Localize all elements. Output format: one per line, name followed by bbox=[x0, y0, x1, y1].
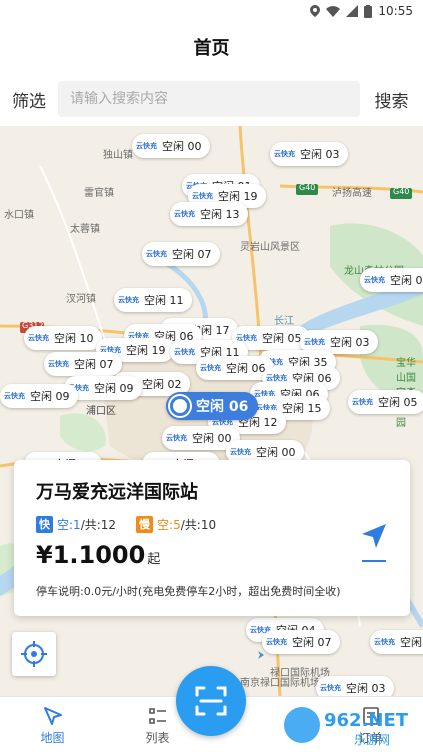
tab-map[interactable]: 地图 bbox=[0, 697, 105, 752]
road-badge: G40 bbox=[393, 187, 410, 196]
place-label: 汊河镇 bbox=[66, 294, 96, 305]
selected-station-pin[interactable]: 空闲 06 bbox=[166, 392, 259, 420]
scan-icon bbox=[195, 686, 227, 716]
search-button[interactable]: 搜索 bbox=[360, 87, 423, 112]
battery-icon bbox=[364, 4, 373, 18]
station-pin[interactable]: 云快充空闲 06 bbox=[370, 630, 423, 654]
place-label: 水口镇 bbox=[4, 210, 34, 221]
station-pin[interactable]: 云快充 空闲 03 bbox=[270, 142, 348, 166]
station-pin[interactable]: 云快充空闲 06 bbox=[360, 268, 423, 292]
wifi-icon bbox=[326, 5, 341, 17]
price-unit: 起 bbox=[147, 552, 161, 567]
watermark-sub: 乐游网 bbox=[354, 733, 390, 747]
station-pin[interactable]: 云快充 空闲 07 bbox=[262, 630, 340, 654]
fast-free-count: 空:1 bbox=[57, 518, 81, 532]
search-input[interactable] bbox=[58, 81, 360, 117]
navigate-icon[interactable] bbox=[360, 522, 388, 566]
nav-bar: 首页 bbox=[0, 22, 423, 72]
watermark-logo: 962.NET 乐游网 bbox=[284, 707, 409, 747]
place-label: 泸扬高速 bbox=[332, 188, 372, 199]
price: ¥1.1000 bbox=[36, 541, 146, 569]
place-label: 太蓉镇 bbox=[70, 224, 100, 235]
station-pin[interactable]: 云快充 空闲 05 bbox=[348, 390, 423, 414]
place-label: 长江 bbox=[274, 316, 294, 327]
pin-dot bbox=[170, 396, 190, 416]
station-pin[interactable]: 云快充 空闲 11 bbox=[114, 288, 192, 312]
parking-note: 停车说明:0.0元/小时(充电免费停车2小时，超出免费时间全收) bbox=[36, 585, 341, 598]
search-row: 筛选 搜索 bbox=[0, 72, 423, 126]
station-name: 万马爱充远洋国际站 bbox=[36, 482, 198, 503]
place-label: 浦口区 bbox=[86, 406, 116, 417]
slow-total-count: /共:10 bbox=[180, 518, 217, 532]
station-pin[interactable]: 云快充 空闲 10 bbox=[24, 326, 102, 350]
signal-icon bbox=[346, 5, 359, 17]
road-badge: G40 bbox=[299, 183, 316, 192]
place-label: 南京禄口国际机场 bbox=[240, 678, 320, 689]
scan-button[interactable] bbox=[176, 666, 246, 736]
slow-charge-badge: 慢 bbox=[136, 516, 154, 533]
status-time: 10:55 bbox=[378, 4, 413, 18]
status-bar: 10:55 bbox=[0, 0, 423, 22]
price-row: ¥1.1000 起 bbox=[36, 541, 392, 569]
place-label: 灵岩山风景区 bbox=[240, 242, 300, 253]
station-pin[interactable]: 云快充 空闲 07 bbox=[44, 352, 122, 376]
locate-button[interactable] bbox=[12, 632, 56, 676]
watermark-brand: 962.NET bbox=[324, 710, 409, 731]
pin-logo: 云快充 bbox=[136, 142, 157, 150]
station-pin[interactable]: 云快充 空闲 00 bbox=[132, 134, 210, 158]
fast-charge-badge: 快 bbox=[36, 516, 53, 533]
place-label: 雷官镇 bbox=[84, 188, 114, 199]
station-pin[interactable]: 云快充 空闲 03 bbox=[316, 676, 394, 696]
place-label: 独山镇 bbox=[103, 150, 133, 161]
crosshair-icon bbox=[21, 641, 47, 667]
slow-free-count: 空:5 bbox=[157, 518, 181, 532]
station-pin[interactable]: 云快充 空闲 13 bbox=[170, 202, 248, 226]
station-pin[interactable]: 云快充 空闲 09 bbox=[0, 384, 78, 408]
station-card[interactable]: 万马爱充远洋国际站 快 空:1 /共:12 慢 空:5 /共:10 ¥1.100… bbox=[14, 460, 410, 616]
page-title: 首页 bbox=[193, 38, 230, 59]
charger-availability: 快 空:1 /共:12 慢 空:5 /共:10 bbox=[36, 516, 392, 533]
list-icon bbox=[148, 708, 166, 724]
station-pin[interactable]: 云快充 空闲 07 bbox=[142, 242, 220, 266]
map-navigation-icon bbox=[43, 707, 62, 725]
fast-total-count: /共:12 bbox=[80, 518, 117, 532]
location-icon bbox=[310, 5, 321, 17]
filter-button[interactable]: 筛选 bbox=[0, 87, 58, 112]
